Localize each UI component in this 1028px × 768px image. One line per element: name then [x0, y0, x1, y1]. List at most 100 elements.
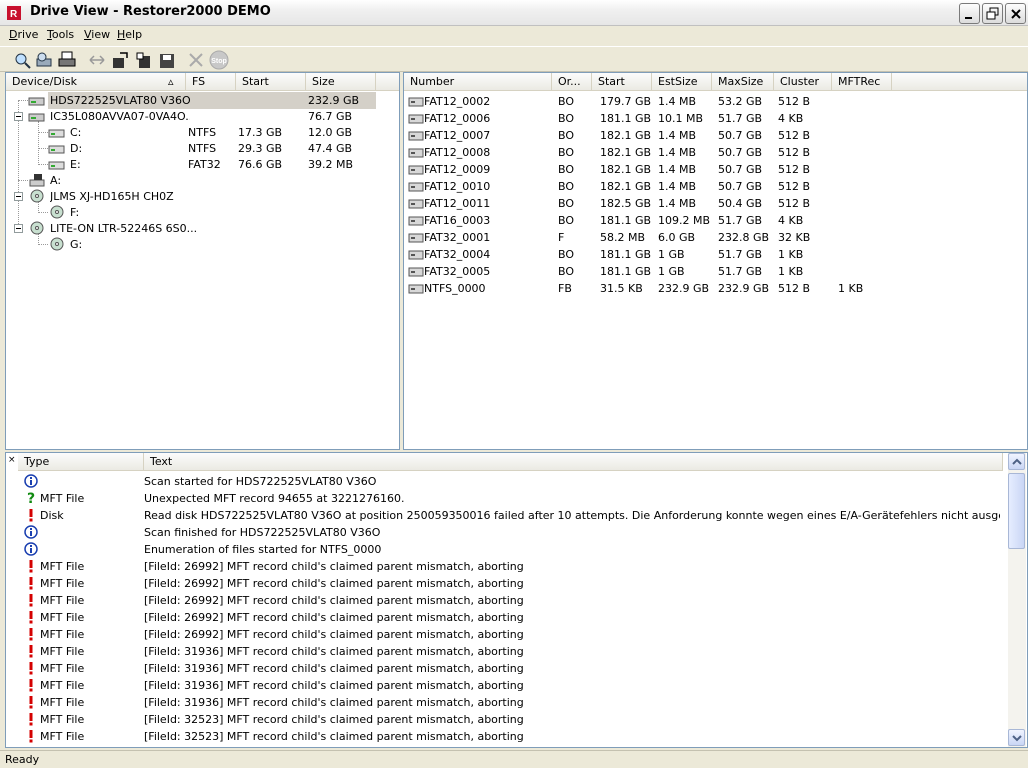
- log-row[interactable]: MFT File [FileId: 26992] MFT record child…: [6, 626, 1001, 643]
- partition-cluster: 4 KB: [778, 214, 804, 227]
- scroll-up-button[interactable]: [1008, 453, 1025, 470]
- col-header-cluster[interactable]: Cluster: [774, 73, 832, 91]
- partition-start: 181.1 GB: [600, 248, 652, 261]
- tree-row-partition[interactable]: D: NTFS 29.3 GB 47.4 GB: [6, 140, 399, 157]
- partition-row[interactable]: FAT32_0001 F 58.2 MB 6.0 GB 232.8 GB 32 KB: [404, 229, 1027, 246]
- log-row[interactable]: MFT File [FileId: 26992] MFT record child…: [6, 575, 1001, 592]
- tree-row-partition[interactable]: C: NTFS 17.3 GB 12.0 GB: [6, 124, 399, 141]
- col-header-fs[interactable]: FS: [186, 73, 236, 91]
- device-name: C:: [70, 126, 82, 139]
- partition-row[interactable]: FAT12_0011 BO 182.5 GB 1.4 MB 50.4 GB 512 B: [404, 195, 1027, 212]
- save-button[interactable]: [157, 50, 177, 70]
- partition-number: FAT12_0007: [424, 129, 491, 142]
- log-type: MFT File: [40, 645, 85, 658]
- partition-row[interactable]: FAT12_0008 BO 182.1 GB 1.4 MB 50.7 GB 512 B: [404, 144, 1027, 161]
- close-window-button[interactable]: [1005, 3, 1026, 24]
- partition-row[interactable]: FAT16_0003 BO 181.1 GB 109.2 MB 51.7 GB 4 KB: [404, 212, 1027, 229]
- stop-button[interactable]: Stop: [209, 50, 229, 70]
- log-row[interactable]: Enumeration of files started for NTFS_00…: [6, 541, 1001, 558]
- log-row[interactable]: MFT File [FileId: 26992] MFT record child…: [6, 592, 1001, 609]
- col-header-start[interactable]: Start: [592, 73, 652, 91]
- partition-row[interactable]: FAT32_0005 BO 181.1 GB 1 GB 51.7 GB 1 KB: [404, 263, 1027, 280]
- log-row[interactable]: MFT File [FileId: 26992] MFT record child…: [6, 558, 1001, 575]
- minimize-icon: [965, 17, 972, 19]
- col-header-number[interactable]: Number: [404, 73, 552, 91]
- collapse-toggle-icon[interactable]: [14, 224, 23, 233]
- partition-mftrec: [838, 246, 892, 263]
- svg-text:?: ?: [27, 491, 35, 505]
- log-row[interactable]: Disk Read disk HDS722525VLAT80 V36O at po…: [6, 507, 1001, 524]
- col-header-estsize[interactable]: EstSize: [652, 73, 712, 91]
- log-panel: × Type Text Scan started for HDS722525VL…: [5, 452, 1028, 748]
- col-header-origin[interactable]: Or...: [552, 73, 592, 91]
- partition-number: FAT12_0002: [424, 95, 491, 108]
- partition-origin: BO: [558, 112, 575, 125]
- partition-row[interactable]: FAT12_0010 BO 182.1 GB 1.4 MB 50.7 GB 512 B: [404, 178, 1027, 195]
- partition-row[interactable]: NTFS_0000 FB 31.5 KB 232.9 GB 232.9 GB 512 B 1…: [404, 280, 1027, 297]
- minimize-button[interactable]: [959, 3, 980, 24]
- col-header-size[interactable]: Size: [306, 73, 376, 91]
- menu-help[interactable]: Help: [117, 28, 142, 41]
- log-row[interactable]: MFT File [FileId: 31936] MFT record child…: [6, 643, 1001, 660]
- tree-row-optical-volume[interactable]: F:: [6, 204, 399, 221]
- tree-row-floppy[interactable]: A:: [6, 172, 399, 189]
- partition-row[interactable]: FAT12_0006 BO 181.1 GB 10.1 MB 51.7 GB 4 KB: [404, 110, 1027, 127]
- scan-button[interactable]: [12, 50, 32, 70]
- log-row[interactable]: MFT File [FileId: 32523] MFT record child…: [6, 728, 1001, 745]
- tree-row-partition[interactable]: E: FAT32 76.6 GB 39.2 MB: [6, 156, 399, 173]
- log-row[interactable]: MFT File [FileId: 31936] MFT record child…: [6, 677, 1001, 694]
- tree-row-optical[interactable]: LITE-ON LTR-52246S 6S0...: [6, 220, 399, 237]
- partition-mftrec: [838, 110, 892, 127]
- log-row[interactable]: MFT File [FileId: 31936] MFT record child…: [6, 694, 1001, 711]
- cancel-button[interactable]: [186, 50, 206, 70]
- maximize-button[interactable]: [982, 3, 1003, 24]
- col-header-type[interactable]: Type: [18, 453, 144, 471]
- partition-maxsize: 51.7 GB: [718, 112, 763, 125]
- menu-view[interactable]: View: [84, 28, 110, 41]
- scroll-down-button[interactable]: [1008, 729, 1025, 746]
- log-row[interactable]: ? MFT File Unexpected MFT record 94655 at …: [6, 490, 1001, 507]
- export-button[interactable]: [110, 50, 130, 70]
- device-fs: NTFS: [188, 126, 217, 139]
- collapse-toggle-icon[interactable]: [14, 192, 23, 201]
- restore-button[interactable]: [134, 50, 154, 70]
- log-text: Enumeration of files started for NTFS_00…: [144, 543, 382, 556]
- partition-number: FAT12_0009: [424, 163, 491, 176]
- partition-row[interactable]: FAT12_0007 BO 182.1 GB 1.4 MB 50.7 GB 512 B: [404, 127, 1027, 144]
- partition-maxsize: 50.7 GB: [718, 163, 763, 176]
- tree-row-optical-volume[interactable]: G:: [6, 236, 399, 253]
- col-header-mftrec[interactable]: MFTRec: [832, 73, 892, 91]
- error-icon: [29, 560, 33, 573]
- log-row[interactable]: MFT File [FileId: 31936] MFT record child…: [6, 660, 1001, 677]
- tree-row-disk[interactable]: IC35L080AVVA07-0VA4O... 76.7 GB: [6, 108, 399, 125]
- search-button[interactable]: [34, 50, 54, 70]
- col-header-maxsize[interactable]: MaxSize: [712, 73, 774, 91]
- col-header-text[interactable]: Text: [144, 453, 1003, 471]
- log-row[interactable]: MFT File [FileId: 26992] MFT record child…: [6, 609, 1001, 626]
- tree-row-disk[interactable]: HDS722525VLAT80 V36O 232.9 GB: [6, 92, 399, 109]
- partition-start: 181.1 GB: [600, 265, 652, 278]
- log-row[interactable]: Scan finished for HDS722525VLAT80 V36O: [6, 524, 1001, 541]
- partition-row[interactable]: FAT12_0009 BO 182.1 GB 1.4 MB 50.7 GB 512 B: [404, 161, 1027, 178]
- col-header-device[interactable]: Device/Disk ▵: [6, 73, 186, 91]
- menu-tools[interactable]: Tools: [47, 28, 74, 41]
- connect-button[interactable]: [87, 50, 107, 70]
- partition-maxsize: 53.2 GB: [718, 95, 763, 108]
- partition-origin: BO: [558, 248, 575, 261]
- tree-row-optical[interactable]: JLMS XJ-HD165H CH0Z: [6, 188, 399, 205]
- log-scrollbar[interactable]: [1008, 453, 1026, 747]
- partition-row[interactable]: FAT32_0004 BO 181.1 GB 1 GB 51.7 GB 1 KB: [404, 246, 1027, 263]
- menu-drive[interactable]: Drive: [9, 28, 38, 41]
- app-logo-icon: R: [7, 6, 21, 20]
- log-row[interactable]: MFT File [FileId: 32523] MFT record child…: [6, 711, 1001, 728]
- scroll-thumb[interactable]: [1008, 473, 1025, 549]
- log-row[interactable]: Scan started for HDS722525VLAT80 V36O: [6, 473, 1001, 490]
- print-button[interactable]: [57, 50, 77, 70]
- partition-start: 179.7 GB: [600, 95, 652, 108]
- partition-origin: BO: [558, 197, 575, 210]
- partition-row[interactable]: FAT12_0002 BO 179.7 GB 1.4 MB 53.2 GB 512 B: [404, 93, 1027, 110]
- partition-estsize: 1.4 MB: [658, 129, 697, 142]
- col-header-start[interactable]: Start: [236, 73, 306, 91]
- close-log-button[interactable]: ×: [8, 455, 16, 465]
- collapse-toggle-icon[interactable]: [14, 112, 23, 121]
